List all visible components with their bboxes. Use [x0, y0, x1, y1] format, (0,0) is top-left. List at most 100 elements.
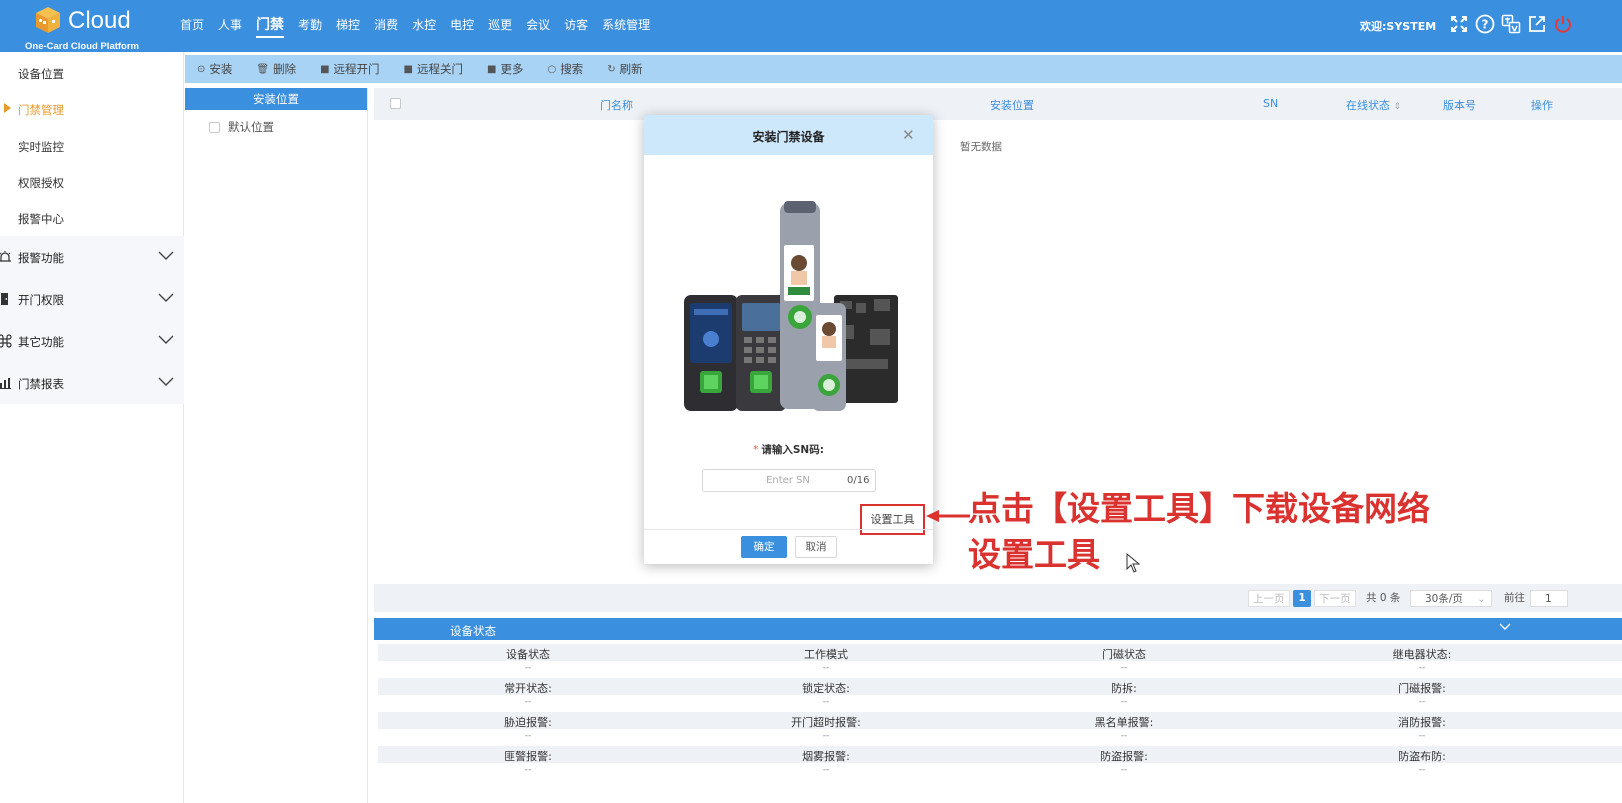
- annotation-line: 设置工具: [967, 534, 1101, 575]
- nav-power-control[interactable]: 电控: [450, 14, 474, 38]
- page-size-select[interactable]: 30条/页 ⌄: [1410, 590, 1492, 607]
- cube-logo-icon: [36, 7, 60, 33]
- annotation-arrow-icon: [926, 510, 970, 522]
- sidebar-item-label: 权限授权: [18, 176, 64, 190]
- column-online-status[interactable]: 在线状态 ⇕: [1346, 97, 1401, 113]
- chevron-down-icon[interactable]: [1498, 622, 1512, 632]
- button-label: 刷新: [619, 62, 643, 76]
- sidebar-group-label: 报警功能: [18, 251, 64, 265]
- refresh-icon: ↻: [607, 63, 616, 75]
- column-install-location[interactable]: 安装位置: [990, 97, 1034, 113]
- page-number-current[interactable]: 1: [1293, 590, 1311, 607]
- close-icon[interactable]: ✕: [902, 126, 915, 144]
- logo[interactable]: Cloud One-Card Cloud Platform: [22, 3, 152, 52]
- refresh-button[interactable]: ↻ 刷新: [607, 61, 642, 77]
- status-label: 锁定状态:: [802, 682, 850, 695]
- power-icon[interactable]: [1552, 13, 1574, 35]
- column-door-name[interactable]: 门名称: [600, 97, 633, 113]
- sort-icon[interactable]: ⇕: [1394, 102, 1402, 112]
- device-status-header[interactable]: 设备状态: [374, 618, 1622, 640]
- button-label: 更多: [500, 62, 524, 76]
- sidebar-item-label: 报警中心: [18, 212, 64, 226]
- status-value: --: [822, 731, 830, 741]
- chevron-down-icon: [158, 251, 174, 260]
- nav-access-control[interactable]: 门禁: [256, 12, 285, 38]
- sidebar-group-label: 开门权限: [18, 293, 64, 307]
- sidebar-group-alarm[interactable]: 报警功能: [0, 242, 184, 272]
- sn-label-text: 请输入SN码:: [761, 444, 824, 456]
- nav-visitor[interactable]: 访客: [564, 14, 588, 38]
- remote-icon: ■: [320, 63, 330, 75]
- confirm-button[interactable]: 确定: [741, 536, 787, 558]
- more-button[interactable]: ■ 更多: [487, 61, 523, 77]
- nav-attendance[interactable]: 考勤: [298, 14, 322, 38]
- total-count: 共 0 条: [1366, 592, 1401, 604]
- header-icon-group: ?: [1448, 13, 1578, 35]
- sn-input[interactable]: [703, 470, 843, 491]
- sidebar-item-device-location[interactable]: 设备位置: [0, 58, 184, 88]
- status-value: --: [1120, 765, 1128, 775]
- more-icon: ■: [487, 63, 497, 75]
- goto-page-input[interactable]: 1: [1530, 590, 1568, 607]
- empty-table-text: 暂无数据: [960, 141, 1002, 153]
- external-link-icon[interactable]: [1526, 13, 1548, 35]
- chevron-down-icon: [158, 335, 174, 344]
- nav-consumption[interactable]: 消费: [374, 14, 398, 38]
- location-tree-item[interactable]: 默认位置: [209, 119, 274, 135]
- select-all-checkbox[interactable]: [390, 98, 401, 109]
- status-label: 门磁报警:: [1398, 682, 1446, 695]
- status-label: 常开状态:: [504, 682, 552, 695]
- status-label: 匪警报警:: [504, 750, 552, 763]
- nav-system-management[interactable]: 系统管理: [602, 14, 650, 38]
- location-panel-header: 安装位置: [185, 88, 367, 110]
- remote-close-button[interactable]: ■ 远程关门: [404, 61, 463, 77]
- welcome-text: 欢迎:SYSTEM: [1360, 20, 1437, 33]
- sidebar-group-report[interactable]: 门禁报表: [0, 368, 184, 398]
- column-version[interactable]: 版本号: [1443, 97, 1476, 113]
- status-label: 工作模式: [804, 648, 848, 661]
- status-label: 防拆:: [1111, 682, 1137, 695]
- sidebar-group-label: 其它功能: [18, 335, 64, 349]
- remote-open-button[interactable]: ■ 远程开门: [320, 61, 379, 77]
- status-value: --: [1120, 697, 1128, 707]
- help-icon[interactable]: ?: [1474, 13, 1496, 35]
- sidebar-item-label: 设备位置: [18, 67, 64, 81]
- brand-name: Cloud: [68, 7, 131, 34]
- install-button[interactable]: ⊙ 安装: [197, 61, 232, 77]
- svg-text:?: ?: [1482, 18, 1489, 32]
- command-icon: [0, 334, 12, 348]
- sidebar-group-door-permission[interactable]: 开门权限: [0, 284, 184, 314]
- sidebar-group-other[interactable]: 其它功能: [0, 326, 184, 356]
- nav-patrol[interactable]: 巡更: [488, 14, 512, 38]
- nav-elevator[interactable]: 梯控: [336, 14, 360, 38]
- sidebar-item-permission[interactable]: 权限授权: [0, 167, 184, 197]
- nav-home[interactable]: 首页: [180, 14, 204, 38]
- status-label: 继电器状态:: [1392, 648, 1452, 661]
- chevron-down-icon: [158, 293, 174, 302]
- status-value: --: [524, 663, 532, 673]
- next-page-button[interactable]: 下一页: [1314, 590, 1356, 607]
- language-icon[interactable]: [1500, 13, 1522, 35]
- column-sn[interactable]: SN: [1263, 97, 1278, 110]
- sidebar: 设备位置 门禁管理 实时监控 权限授权 报警中心 报警功能 开门权限 其它功能 …: [0, 52, 184, 803]
- cancel-button[interactable]: 取消: [795, 536, 837, 558]
- sidebar-item-alarm-center[interactable]: 报警中心: [0, 203, 184, 233]
- status-value: --: [1120, 663, 1128, 673]
- device-status-title: 设备状态: [450, 624, 496, 638]
- search-button[interactable]: ○ 搜索: [547, 61, 583, 77]
- setup-tool-link[interactable]: 设置工具: [860, 504, 925, 535]
- location-label: 默认位置: [228, 120, 274, 134]
- sidebar-item-realtime-monitor[interactable]: 实时监控: [0, 131, 184, 161]
- nav-personnel[interactable]: 人事: [218, 14, 242, 38]
- nav-meeting[interactable]: 会议: [526, 14, 550, 38]
- delete-button[interactable]: 🗑 删除: [256, 61, 296, 77]
- access-devices-illustration: [684, 201, 898, 411]
- status-label-row: 胁迫报警: 开门超时报警: 黑名单报警: 消防报警:: [378, 712, 1622, 729]
- status-value: --: [524, 697, 532, 707]
- nav-water-control[interactable]: 水控: [412, 14, 436, 38]
- location-checkbox[interactable]: [209, 121, 220, 133]
- required-mark: *: [753, 444, 759, 456]
- prev-page-button[interactable]: 上一页: [1248, 590, 1290, 607]
- sidebar-item-access-management[interactable]: 门禁管理: [0, 94, 184, 124]
- fullscreen-icon[interactable]: [1448, 13, 1470, 35]
